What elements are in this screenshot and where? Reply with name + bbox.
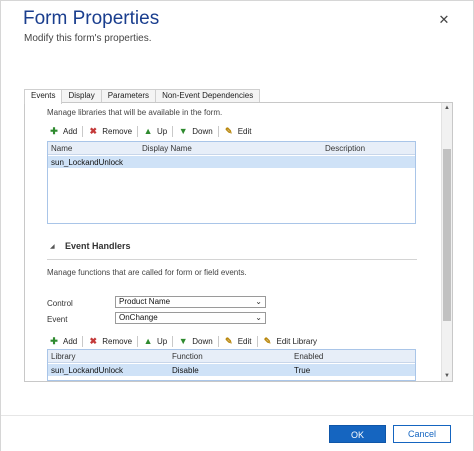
edit-library-icon: ✎	[263, 336, 272, 346]
handler-remove-label: Remove	[102, 336, 133, 346]
handler-up-button[interactable]: ▲ Up	[139, 334, 171, 348]
toolbar-separator	[82, 125, 84, 137]
toolbar-separator	[137, 335, 139, 347]
handler-library-cell: sun_LockandUnlock	[51, 366, 124, 375]
handler-up-label: Up	[157, 336, 168, 346]
toolbar-separator	[172, 125, 174, 137]
column-header-function[interactable]: Function	[172, 352, 203, 361]
column-header-library[interactable]: Library	[51, 352, 75, 361]
handler-function-cell: Disable	[172, 366, 199, 375]
handler-add-label: Add	[63, 336, 78, 346]
collapse-triangle-icon[interactable]: ◢	[50, 243, 55, 250]
libraries-grid: Name Display Name Description sun_Lockan…	[47, 141, 416, 224]
control-select[interactable]: Product Name ⌄	[115, 296, 266, 308]
arrow-up-icon: ▲	[143, 126, 153, 136]
toolbar-separator	[137, 125, 139, 137]
handlers-toolbar: ✚ Add ✖ Remove ▲ Up ▼ Down ✎ Edit ✎ Edit…	[45, 334, 321, 348]
handler-edit-button[interactable]: ✎ Edit	[220, 334, 256, 348]
handler-enabled-cell: True	[294, 366, 311, 375]
library-down-label: Down	[192, 126, 213, 136]
dialog-title: Form Properties	[23, 8, 160, 29]
toolbar-separator	[217, 335, 219, 347]
column-header-description[interactable]: Description	[325, 144, 365, 153]
handler-edit-library-button[interactable]: ✎ Edit Library	[259, 334, 321, 348]
handler-down-label: Down	[192, 336, 213, 346]
library-name-cell: sun_LockandUnlock	[51, 158, 124, 167]
toolbar-separator	[217, 125, 219, 137]
library-add-label: Add	[63, 126, 78, 136]
handler-down-button[interactable]: ▼ Down	[174, 334, 216, 348]
event-select[interactable]: OnChange ⌄	[115, 312, 266, 324]
dialog-subtitle: Modify this form's properties.	[24, 33, 152, 44]
library-up-label: Up	[157, 126, 168, 136]
handler-remove-button[interactable]: ✖ Remove	[84, 334, 136, 348]
control-select-value: Product Name	[119, 297, 171, 306]
event-handlers-description: Manage functions that are called for for…	[47, 268, 247, 277]
tab-parameters[interactable]: Parameters	[100, 89, 157, 103]
library-down-button[interactable]: ▼ Down	[174, 124, 216, 138]
panel-scrollbar[interactable]: ▲ ▼	[441, 103, 452, 381]
plus-icon: ✚	[50, 126, 58, 136]
cancel-button[interactable]: Cancel	[393, 425, 451, 443]
section-divider	[47, 259, 417, 260]
chevron-down-icon: ⌄	[255, 313, 262, 322]
chevron-down-icon: ⌄	[255, 297, 262, 306]
tab-display[interactable]: Display	[61, 89, 102, 103]
event-select-value: OnChange	[119, 313, 158, 322]
remove-icon: ✖	[89, 126, 97, 136]
column-header-name[interactable]: Name	[51, 144, 72, 153]
remove-icon: ✖	[89, 336, 97, 346]
ok-button[interactable]: OK	[329, 425, 386, 443]
event-label: Event	[47, 315, 68, 324]
column-header-enabled[interactable]: Enabled	[294, 352, 323, 361]
tab-events[interactable]: Events	[24, 89, 63, 104]
control-label: Control	[47, 299, 73, 308]
libraries-toolbar: ✚ Add ✖ Remove ▲ Up ▼ Down ✎ Edit	[45, 124, 256, 138]
column-header-display-name[interactable]: Display Name	[142, 144, 192, 153]
library-remove-label: Remove	[102, 126, 133, 136]
event-handlers-title: Event Handlers	[65, 241, 131, 251]
library-edit-button[interactable]: ✎ Edit	[220, 124, 256, 138]
edit-icon: ✎	[224, 336, 233, 346]
library-up-button[interactable]: ▲ Up	[139, 124, 171, 138]
toolbar-separator	[172, 335, 174, 347]
toolbar-separator	[256, 335, 258, 347]
scroll-up-icon[interactable]: ▲	[442, 103, 452, 113]
form-properties-dialog: Form Properties Modify this form's prope…	[0, 0, 474, 451]
handlers-grid: Library Function Enabled sun_LockandUnlo…	[47, 349, 416, 381]
arrow-down-icon: ▼	[178, 126, 188, 136]
libraries-grid-header: Name Display Name Description	[48, 142, 415, 155]
tab-bar: Events Display Parameters Non-Event Depe…	[24, 89, 261, 104]
close-icon[interactable]: ✕	[437, 13, 451, 27]
library-edit-label: Edit	[237, 126, 252, 136]
library-remove-button[interactable]: ✖ Remove	[84, 124, 136, 138]
scroll-down-icon[interactable]: ▼	[442, 371, 452, 381]
libraries-description: Manage libraries that will be available …	[47, 108, 223, 117]
library-add-button[interactable]: ✚ Add	[45, 124, 81, 138]
handler-edit-label: Edit	[237, 336, 252, 346]
table-row[interactable]: sun_LockandUnlock	[48, 156, 415, 168]
scroll-thumb[interactable]	[443, 149, 451, 321]
toolbar-separator	[82, 335, 84, 347]
plus-icon: ✚	[50, 336, 58, 346]
handler-edit-library-label: Edit Library	[276, 336, 317, 346]
handler-add-button[interactable]: ✚ Add	[45, 334, 81, 348]
edit-icon: ✎	[224, 126, 233, 136]
arrow-down-icon: ▼	[178, 336, 188, 346]
table-row[interactable]: sun_LockandUnlock Disable True	[48, 364, 415, 376]
arrow-up-icon: ▲	[143, 336, 153, 346]
events-panel: Manage libraries that will be available …	[24, 102, 453, 382]
tab-non-event-dependencies[interactable]: Non-Event Dependencies	[155, 89, 261, 103]
handlers-grid-header: Library Function Enabled	[48, 350, 415, 363]
